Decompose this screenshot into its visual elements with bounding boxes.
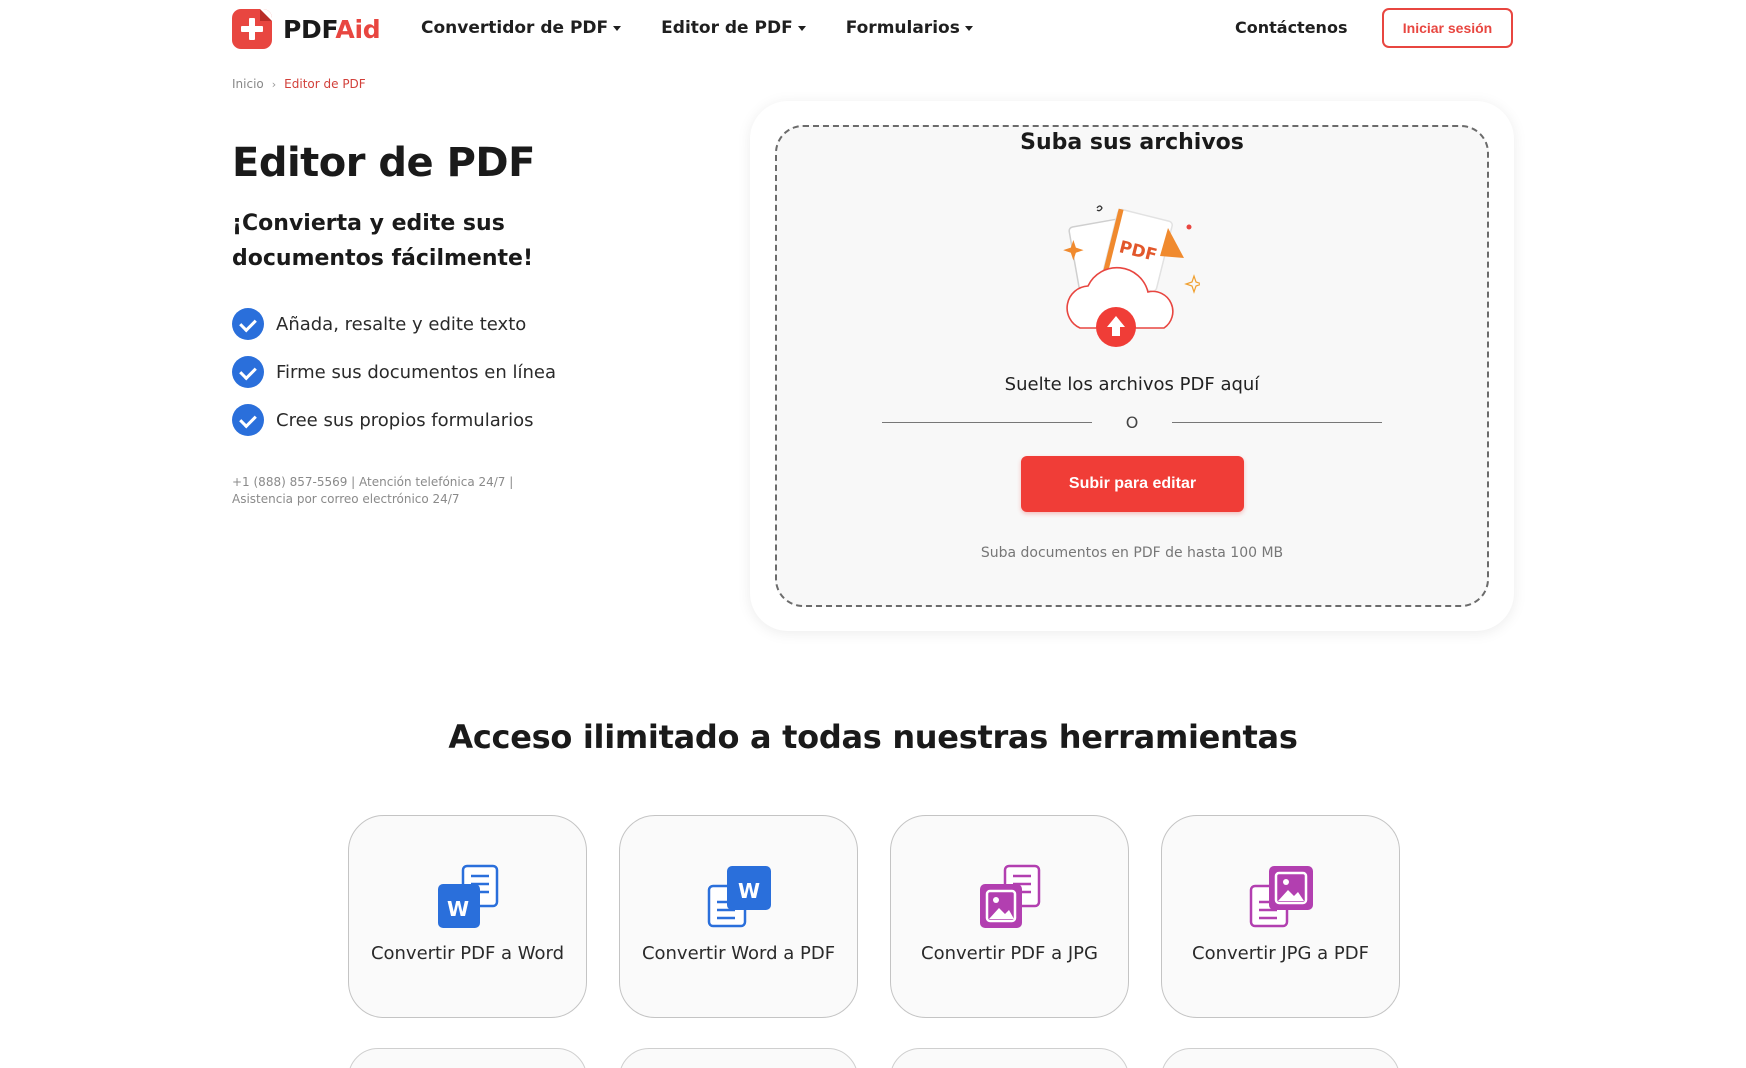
svg-text:W: W (738, 879, 760, 903)
or-divider: O (882, 414, 1382, 432)
site-header: PDFAid Convertidor de PDF Editor de PDF … (0, 0, 1746, 56)
login-button[interactable]: Iniciar sesión (1382, 8, 1513, 48)
check-icon (232, 404, 264, 436)
tool-card-next-row[interactable] (1161, 1048, 1400, 1068)
pdf-to-jpg-icon (980, 864, 1041, 928)
drop-files-text: Suelte los archivos PDF aquí (1004, 374, 1260, 395)
svg-text:W: W (447, 897, 469, 921)
caret-down-icon (797, 25, 806, 31)
file-dropzone[interactable] (775, 125, 1489, 607)
pdf-upload-illustration: PDF (1063, 205, 1200, 347)
nav-item-convertidor[interactable]: Convertidor de PDF (421, 18, 622, 38)
plus-icon (232, 9, 272, 49)
tool-card-word-to-pdf[interactable]: W Convertir Word a PDF (619, 815, 858, 1018)
check-icon (232, 308, 264, 340)
upload-size-note: Suba documentos en PDF de hasta 100 MB (980, 545, 1284, 561)
contact-link[interactable]: Contáctenos (1235, 18, 1347, 37)
check-icon (232, 356, 264, 388)
breadcrumb-home[interactable]: Inicio (232, 77, 264, 91)
upload-title: Suba sus archivos (1020, 130, 1244, 155)
caret-down-icon (613, 25, 622, 31)
logo-text: PDFAid (283, 14, 381, 44)
pdf-to-word-icon: W (438, 864, 499, 928)
breadcrumb-current: Editor de PDF (284, 77, 366, 91)
word-to-pdf-icon: W (707, 866, 771, 928)
tool-card-pdf-to-word[interactable]: W Convertir PDF a Word (348, 815, 587, 1018)
tool-label: Convertir Word a PDF (641, 943, 836, 964)
tool-label: Convertir PDF a JPG (921, 943, 1098, 964)
tool-card-next-row[interactable] (890, 1048, 1129, 1068)
nav-item-formularios[interactable]: Formularios (846, 18, 973, 38)
jpg-to-pdf-icon (1249, 866, 1313, 928)
chevron-right-icon: › (271, 77, 277, 91)
pdfaid-logo[interactable]: PDFAid (232, 9, 381, 49)
feature-item: Firme sus documentos en línea (232, 348, 556, 396)
nav-item-editor[interactable]: Editor de PDF (661, 18, 806, 38)
caret-down-icon (964, 25, 973, 31)
tool-card-pdf-to-jpg[interactable]: Convertir PDF a JPG (890, 815, 1129, 1018)
feature-item: Añada, resalte y edite texto (232, 300, 556, 348)
page-title: Editor de PDF (232, 140, 535, 186)
tool-card-next-row[interactable] (619, 1048, 858, 1068)
tool-card-jpg-to-pdf[interactable]: Convertir JPG a PDF (1161, 815, 1400, 1018)
tool-label: Convertir PDF a Word (370, 943, 565, 964)
feature-item: Cree sus propios formularios (232, 396, 556, 444)
main-nav: Convertidor de PDF Editor de PDF Formula… (421, 18, 1013, 38)
page-subtitle: ¡Convierta y edite sus documentos fácilm… (232, 211, 533, 271)
feature-list: Añada, resalte y edite texto Firme sus d… (232, 300, 556, 444)
contact-info: +1 (888) 857-5569 | Atención telefónica … (232, 475, 514, 506)
tool-card-next-row[interactable] (348, 1048, 587, 1068)
tools-section-title: Acceso ilimitado a todas nuestras herram… (448, 718, 1298, 756)
breadcrumb: Inicio › Editor de PDF (232, 77, 366, 91)
tool-label: Convertir JPG a PDF (1192, 943, 1369, 964)
upload-to-edit-button[interactable]: Subir para editar (1021, 456, 1244, 512)
